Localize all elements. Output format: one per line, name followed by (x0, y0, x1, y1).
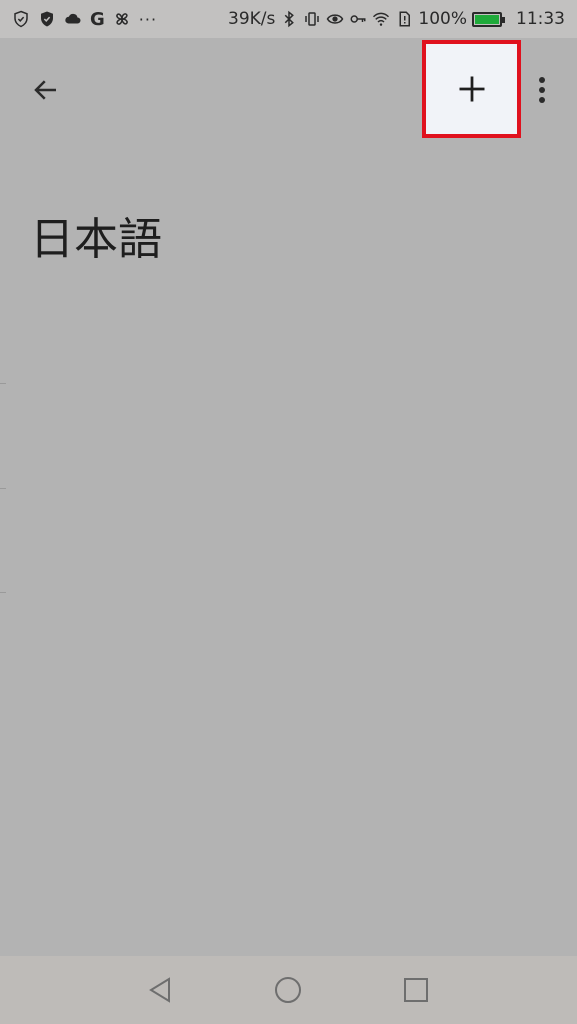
edge-tick (0, 488, 6, 489)
nav-back-button[interactable] (140, 970, 180, 1010)
screen: G ··· 39K/s 100% 11:33 日本語 (0, 0, 577, 1024)
system-nav-bar (0, 956, 577, 1024)
eye-icon (326, 10, 344, 28)
vibrate-icon (303, 10, 321, 28)
edge-tick (0, 383, 6, 384)
pinwheel-icon (113, 10, 131, 28)
wifi-icon (372, 10, 390, 28)
nav-recents-button[interactable] (396, 970, 436, 1010)
status-left-group: G ··· (12, 0, 157, 38)
arrow-left-icon (34, 80, 56, 100)
plus-icon (459, 76, 484, 102)
shield-check-icon (38, 10, 56, 28)
bluetooth-icon (280, 10, 298, 28)
sim-icon (395, 10, 413, 28)
edge-tick (0, 592, 6, 593)
back-button[interactable] (22, 66, 70, 114)
nav-home-button[interactable] (268, 970, 308, 1010)
more-notifications-icon: ··· (138, 9, 158, 29)
google-icon: G (90, 8, 105, 30)
recents-square-icon (404, 978, 428, 1002)
status-bar: G ··· 39K/s 100% 11:33 (0, 0, 577, 38)
key-icon (349, 10, 367, 28)
home-circle-icon (275, 977, 301, 1003)
page-title: 日本語 (30, 214, 162, 265)
cloud-icon (64, 10, 82, 28)
battery-fill (475, 14, 499, 24)
battery-charging-icon (472, 11, 505, 27)
back-triangle-icon (149, 977, 170, 1003)
more-vertical-icon (539, 77, 545, 103)
shield-outline-icon (12, 10, 30, 28)
add-button[interactable] (422, 40, 521, 138)
status-right-group: 39K/s 100% 11:33 (228, 0, 565, 38)
clock-time: 11:33 (516, 9, 565, 29)
more-options-button[interactable] (526, 68, 558, 112)
net-speed: 39K/s (228, 9, 276, 29)
battery-percent: 100% (418, 9, 467, 29)
